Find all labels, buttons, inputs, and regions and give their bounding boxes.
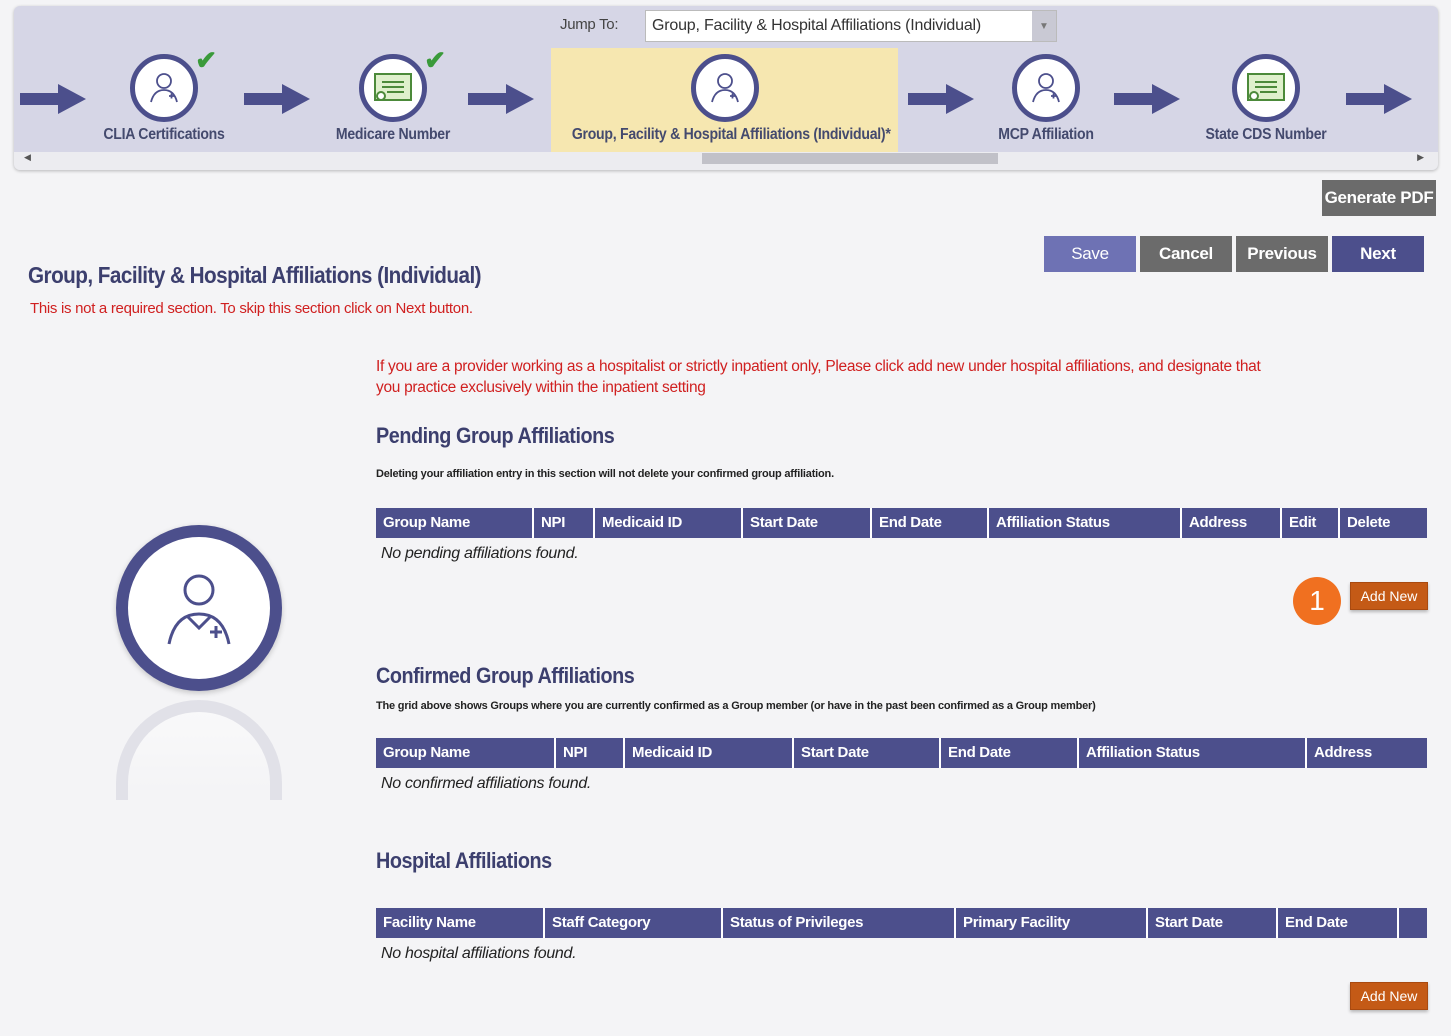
next-button[interactable]: Next xyxy=(1332,236,1424,272)
column-header[interactable]: Address xyxy=(1307,738,1427,768)
save-button[interactable]: Save xyxy=(1044,236,1136,272)
horizontal-scrollbar[interactable]: ◀ ▶ xyxy=(14,152,1438,170)
column-header[interactable]: Status of Privileges xyxy=(723,908,956,938)
arrow-right-icon xyxy=(244,84,310,114)
column-header[interactable]: End Date xyxy=(1278,908,1399,938)
step-medicare-number[interactable]: ✔ Medicare Number xyxy=(323,45,463,144)
hospital-section-title: Hospital Affiliations xyxy=(376,848,552,873)
confirmed-section-title: Confirmed Group Affiliations xyxy=(376,663,635,688)
step-label: Group, Facility & Hospital Affiliations … xyxy=(571,126,891,143)
certificate-icon: ✔ xyxy=(359,45,446,122)
arrow-right-icon xyxy=(908,84,974,114)
doctor-icon: ✔ xyxy=(130,45,217,122)
avatar-reflection xyxy=(116,700,282,800)
column-header[interactable]: Medicaid ID xyxy=(595,508,743,538)
column-header[interactable]: End Date xyxy=(872,508,989,538)
arrow-right-icon xyxy=(1346,84,1412,114)
column-header[interactable]: Start Date xyxy=(794,738,941,768)
checkmark-icon: ✔ xyxy=(424,45,446,75)
column-header[interactable]: Address xyxy=(1182,508,1282,538)
step-clia-certifications[interactable]: ✔ CLIA Certifications xyxy=(94,45,234,144)
pending-grid-header: Group Name NPI Medicaid ID Start Date En… xyxy=(376,508,1427,538)
doctor-icon xyxy=(1012,54,1080,122)
doctor-icon xyxy=(690,54,759,122)
column-header[interactable]: Facility Name xyxy=(376,908,545,938)
column-header[interactable]: Group Name xyxy=(376,738,556,768)
column-header: Delete xyxy=(1347,514,1391,531)
column-header[interactable]: Group Name xyxy=(376,508,534,538)
confirmed-empty-message: No confirmed affiliations found. xyxy=(381,775,592,792)
confirmed-section-note: The grid above shows Groups where you ar… xyxy=(376,700,1096,712)
column-header[interactable]: Staff Category xyxy=(545,908,723,938)
add-new-group-button[interactable]: Add New xyxy=(1350,582,1428,610)
generate-pdf-button[interactable]: Generate PDF xyxy=(1322,180,1436,216)
column-header[interactable]: End Date xyxy=(941,738,1079,768)
add-new-hospital-button[interactable]: Add New xyxy=(1350,982,1428,1010)
cancel-button[interactable]: Cancel xyxy=(1140,236,1232,272)
column-header[interactable]: Medicaid ID xyxy=(625,738,794,768)
step-marker-badge: 1 xyxy=(1293,577,1341,625)
step-state-cds-number[interactable]: State CDS Number xyxy=(1196,54,1336,144)
column-header[interactable]: Start Date xyxy=(1148,908,1278,938)
step-group-affiliations[interactable]: Group, Facility & Hospital Affiliations … xyxy=(551,54,898,144)
column-header[interactable]: NPI xyxy=(534,508,595,538)
confirmed-grid-header: Group Name NPI Medicaid ID Start Date En… xyxy=(376,738,1427,768)
step-label: CLIA Certifications xyxy=(103,126,225,143)
column-header[interactable]: NPI xyxy=(556,738,625,768)
pending-section-title: Pending Group Affiliations xyxy=(376,423,615,448)
jump-to-value: Group, Facility & Hospital Affiliations … xyxy=(652,17,982,34)
pending-section-note: Deleting your affiliation entry in this … xyxy=(376,468,834,480)
step-label: MCP Affiliation xyxy=(998,126,1094,143)
column-header[interactable]: Primary Facility xyxy=(956,908,1148,938)
scrollbar-thumb[interactable] xyxy=(702,153,998,164)
jump-to-label: Jump To: xyxy=(560,16,619,33)
step-label: Medicare Number xyxy=(335,126,451,143)
wizard-progress: Jump To: Group, Facility & Hospital Affi… xyxy=(14,6,1438,170)
chevron-down-icon[interactable]: ▼ xyxy=(1032,11,1056,41)
arrow-right-icon xyxy=(468,84,534,114)
pending-empty-message: No pending affiliations found. xyxy=(381,545,579,562)
certificate-icon xyxy=(1232,54,1300,122)
scroll-left-icon[interactable]: ◀ xyxy=(24,152,31,163)
arrow-right-icon xyxy=(1114,84,1180,114)
step-label: State CDS Number xyxy=(1205,126,1327,143)
jump-to-select[interactable]: Group, Facility & Hospital Affiliations … xyxy=(645,10,1057,42)
checkmark-icon: ✔ xyxy=(195,45,217,75)
page-title: Group, Facility & Hospital Affiliations … xyxy=(28,262,482,288)
arrow-right-icon xyxy=(20,84,86,114)
hospital-grid-header: Facility Name Staff Category Status of P… xyxy=(376,908,1427,938)
scroll-right-icon[interactable]: ▶ xyxy=(1417,152,1424,163)
hospitalist-note: If you are a provider working as a hospi… xyxy=(376,358,1261,396)
column-header[interactable]: Affiliation Status xyxy=(989,508,1182,538)
column-header: Edit xyxy=(1282,508,1340,538)
column-header[interactable]: Affiliation Status xyxy=(1079,738,1307,768)
hospital-empty-message: No hospital affiliations found. xyxy=(381,945,577,962)
column-header xyxy=(1399,908,1427,938)
previous-button[interactable]: Previous xyxy=(1236,236,1328,272)
skip-note: This is not a required section. To skip … xyxy=(30,300,473,317)
column-header[interactable]: Start Date xyxy=(743,508,872,538)
step-mcp-affiliation[interactable]: MCP Affiliation xyxy=(976,54,1116,144)
doctor-avatar-icon xyxy=(116,525,282,691)
